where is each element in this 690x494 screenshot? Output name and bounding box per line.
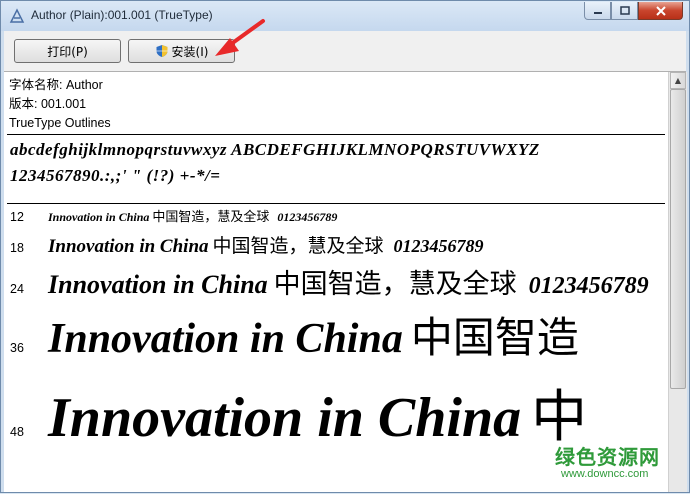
sample-cjk-text: 中国智造，慧及全球 [273,269,517,300]
sample-latin-text: Innovation in China [48,210,150,224]
window-title: Author (Plain):001.001 (TrueType) [31,8,213,22]
font-preview-area: 字体名称: Author 版本: 001.001 TrueType Outlin… [4,72,668,492]
sample-size-label: 24 [10,282,24,296]
sample-latin-text: Innovation in China [48,270,268,299]
maximize-button[interactable] [611,2,638,20]
minimize-icon [593,11,602,14]
uac-shield-icon [156,45,168,57]
sample-row-24: 24 Innovation in China 中国智造，慧及全球 0123456… [4,262,649,302]
sample-digits-text: 0123456789 [277,210,338,224]
font-version-text: 版本: 001.001 [9,97,87,111]
sample-size-label: 12 [10,210,24,224]
print-button[interactable]: 打印(P) [14,39,121,63]
vertical-scrollbar[interactable]: ▲ [668,72,687,492]
sample-size-label: 18 [10,241,24,255]
watermark-title: 绿色资源网 [555,445,660,469]
install-button[interactable]: 安装(I) [128,39,235,63]
font-outline-text: TrueType Outlines [9,116,111,130]
font-viewer-window: Author (Plain):001.001 (TrueType) 打印(P) … [0,0,690,493]
install-button-label: 安装(I) [171,44,209,59]
sample-digits-text: 0123456789 [393,236,484,256]
sample-digits-text: 0123456789 [528,273,649,299]
sample-row-48: 48 Innovation in China 中 [4,372,587,452]
scroll-thumb[interactable] [670,89,686,389]
sample-row-18: 18 Innovation in China 中国智造，慧及全球 0123456… [4,231,484,261]
watermark-url: www.downcc.com [561,468,649,480]
scroll-up-button[interactable]: ▲ [670,72,686,89]
sample-cjk-text: 中国智造，慧及全球 [152,210,270,225]
charset-line-2: 1234567890.:,;' " (!?) +-*/= [10,166,221,185]
close-icon [655,5,666,16]
toolbar: 打印(P) 安装(I) [4,31,686,72]
scroll-up-icon: ▲ [674,76,682,85]
font-name-text: 字体名称: Author [9,78,103,92]
sample-row-12: 12 Innovation in China 中国智造，慧及全球 0123456… [4,206,337,228]
title-bar[interactable]: Author (Plain):001.001 (TrueType) [1,1,689,31]
font-app-icon [9,8,25,23]
site-watermark: 绿色资源网 www.downcc.com [549,441,671,487]
charset-line-1: abcdefghijklmnopqrstuvwxyz ABCDEFGHIJKLM… [10,140,540,159]
sample-size-label: 48 [10,425,24,439]
divider [7,134,665,135]
sample-cjk-text: 中国智造 [410,313,579,362]
sample-latin-text: Innovation in China [48,236,209,257]
sample-row-36: 36 Innovation in China 中国智造 [4,304,579,362]
sample-size-label: 36 [10,341,24,355]
maximize-icon [619,6,630,15]
sample-latin-text: Innovation in China [48,387,522,449]
close-button[interactable] [638,2,683,20]
font-info: 字体名称: Author 版本: 001.001 TrueType Outlin… [9,76,111,133]
divider [7,203,665,204]
sample-cjk-text: 中国智造，慧及全球 [212,235,384,257]
print-button-label: 打印(P) [47,44,88,59]
minimize-button[interactable] [584,2,611,20]
sample-latin-text: Innovation in China [48,316,403,362]
